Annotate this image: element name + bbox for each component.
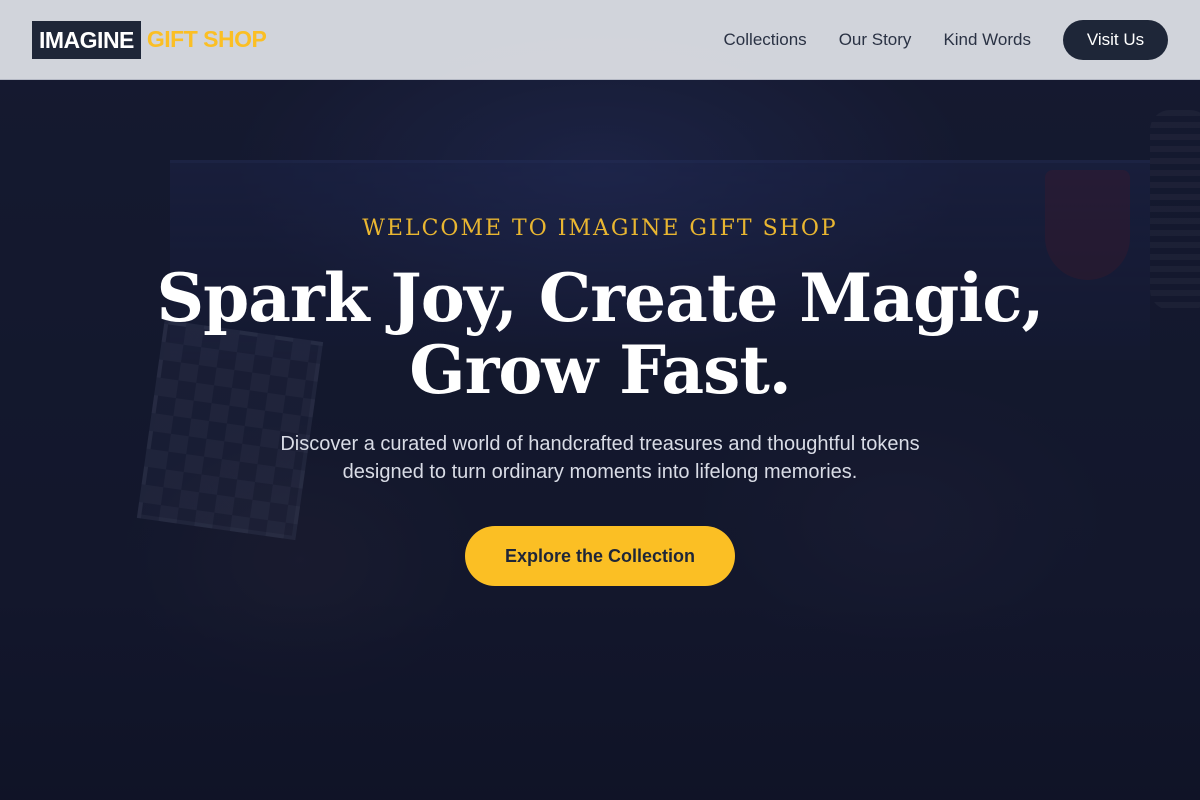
- explore-collection-button[interactable]: Explore the Collection: [465, 526, 735, 586]
- hero-section: WELCOME TO IMAGINE GIFT SHOP Spark Joy, …: [0, 0, 1200, 800]
- hero-description: Discover a curated world of handcrafted …: [280, 433, 920, 483]
- hero-eyebrow: WELCOME TO IMAGINE GIFT SHOP: [362, 216, 838, 241]
- hero-headline-line1: Spark Joy, Create Magic,: [156, 259, 1044, 337]
- hero-headline-line2: Grow Fast.: [409, 331, 792, 409]
- hero-headline: Spark Joy, Create Magic, Grow Fast.: [100, 262, 1100, 406]
